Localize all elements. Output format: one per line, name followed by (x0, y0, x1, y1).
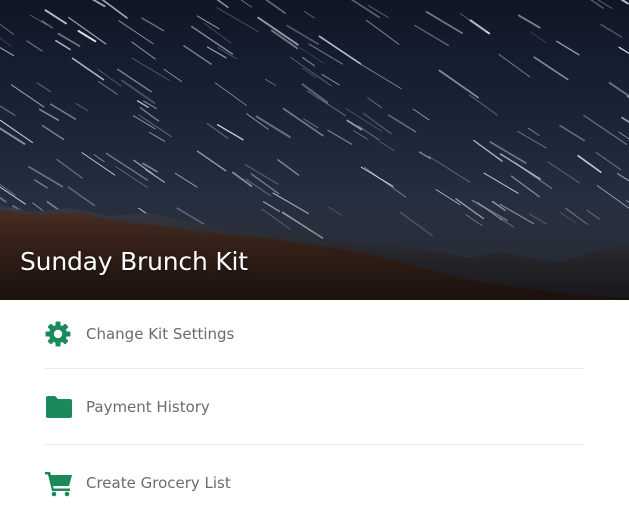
kit-title: Sunday Brunch Kit (20, 247, 248, 276)
gear-icon (44, 318, 86, 350)
menu-item-label: Payment History (86, 397, 210, 416)
menu-item-label: Change Kit Settings (86, 325, 235, 343)
create-grocery-list-item[interactable]: Create Grocery List (44, 445, 584, 521)
payment-history-item[interactable]: Payment History (44, 369, 584, 445)
cart-icon (44, 467, 86, 499)
kit-card: Sunday Brunch Kit Change Kit Settings Pa… (0, 0, 629, 527)
hero-banner: Sunday Brunch Kit (0, 0, 629, 300)
change-kit-settings-item[interactable]: Change Kit Settings (44, 300, 584, 369)
menu-item-label: Create Grocery List (86, 474, 231, 492)
folder-icon (44, 391, 86, 423)
kit-menu: Change Kit Settings Payment History Crea… (44, 300, 584, 521)
